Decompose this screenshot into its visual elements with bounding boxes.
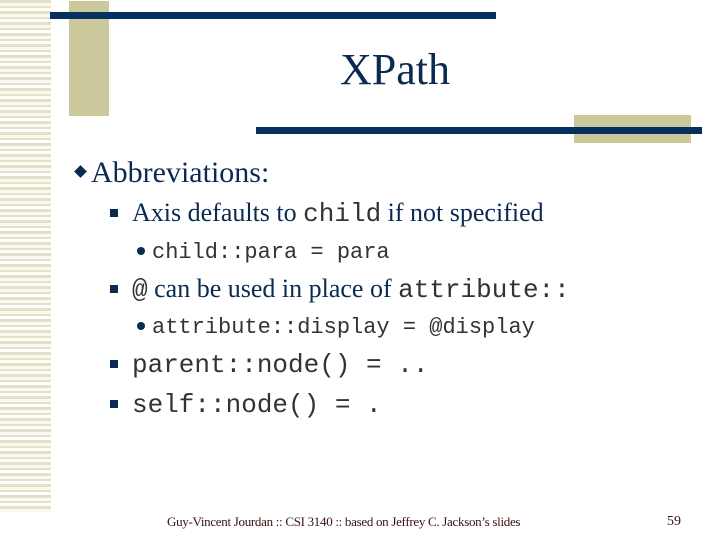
- code-snippet: attribute::: [398, 275, 570, 305]
- bullet-level2: @ can be used in place of attribute::: [110, 274, 570, 305]
- bullet-text: if not specified: [381, 198, 544, 227]
- dot-bullet-icon: [137, 247, 145, 255]
- bullet-level3: child::para = para: [137, 240, 390, 265]
- code-snippet: child::para = para: [152, 240, 390, 265]
- square-bullet-icon: [110, 285, 118, 293]
- bullet-level2: parent::node() = ..: [110, 350, 428, 380]
- slide-title: XPath: [340, 45, 450, 94]
- code-snippet: attribute::display = @display: [152, 315, 535, 340]
- bullet-text: Axis defaults to: [132, 198, 304, 227]
- page-number: 59: [667, 514, 681, 529]
- code-snippet: self::node() = .: [132, 390, 382, 420]
- square-bullet-icon: [110, 209, 118, 217]
- slide-footer: Guy-Vincent Jourdan :: CSI 3140 :: based…: [167, 514, 521, 529]
- diamond-bullet-icon: [74, 165, 87, 178]
- square-bullet-icon: [110, 400, 118, 408]
- bullet-level2: Axis defaults to child if not specified: [110, 198, 544, 229]
- bullet-text: can be used in place of: [147, 274, 399, 303]
- bullet-level1: Abbreviations:: [74, 156, 270, 190]
- bullet-level2: self::node() = .: [110, 390, 382, 420]
- stripes-end: [0, 512, 51, 540]
- code-snippet: @: [132, 275, 148, 305]
- decorative-stripes: [0, 0, 51, 540]
- square-bullet-icon: [110, 360, 118, 368]
- bullet-text: Abbreviations:: [91, 156, 270, 189]
- decorative-bar-bottom-overlay: [574, 127, 702, 134]
- code-snippet: child: [303, 199, 382, 229]
- code-snippet: parent::node() = ..: [132, 350, 429, 380]
- decorative-bar-top: [50, 12, 496, 19]
- bullet-level3: attribute::display = @display: [137, 315, 535, 340]
- dot-bullet-icon: [137, 322, 145, 330]
